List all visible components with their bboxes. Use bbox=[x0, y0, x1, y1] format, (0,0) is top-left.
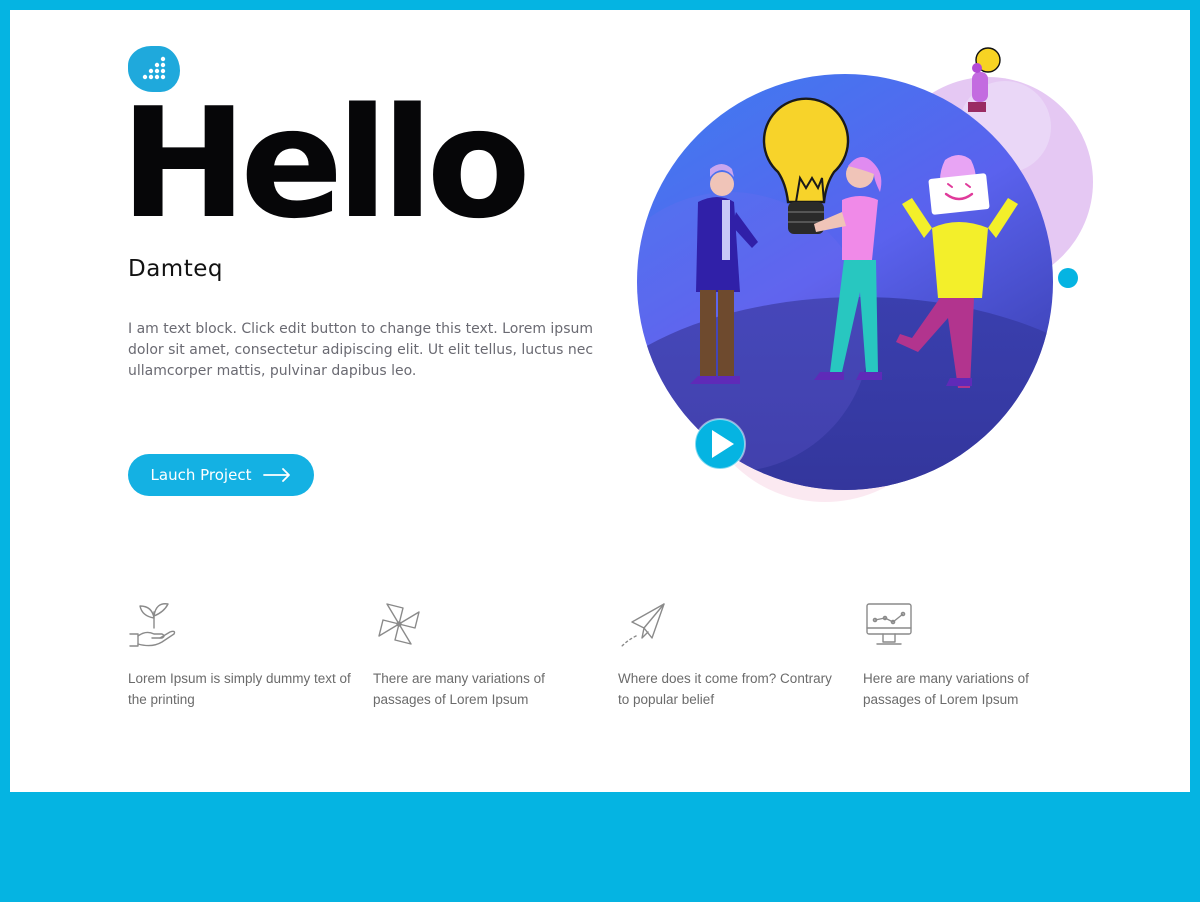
launch-project-button[interactable]: Lauch Project bbox=[128, 454, 314, 496]
feature-text: Lorem Ipsum is simply dummy text of the … bbox=[128, 671, 351, 707]
feature-item-growth: Lorem Ipsum is simply dummy text of the … bbox=[128, 598, 353, 710]
hero-title: Hello bbox=[120, 75, 531, 252]
pinwheel-icon bbox=[378, 603, 420, 645]
monitor-chart-icon bbox=[866, 603, 912, 645]
hand-sprout-icon bbox=[129, 603, 176, 647]
play-button[interactable] bbox=[694, 418, 746, 470]
feature-item-plane: Where does it come from? Contrary to pop… bbox=[618, 598, 843, 710]
paper-plane-icon bbox=[621, 603, 665, 647]
launch-project-label: Lauch Project bbox=[150, 466, 252, 484]
hero-page: Hello Damteq I am text block. Click edit… bbox=[10, 10, 1190, 792]
feature-item-monitor: Here are many variations of passages of … bbox=[863, 598, 1088, 710]
team-lightbulb-illustration bbox=[637, 47, 1093, 502]
feature-text: There are many variations of passages of… bbox=[373, 671, 545, 707]
arrow-right-icon bbox=[263, 468, 291, 482]
feature-text: Here are many variations of passages of … bbox=[863, 671, 1029, 707]
feature-text: Where does it come from? Contrary to pop… bbox=[618, 671, 832, 707]
brand-name: Damteq bbox=[128, 256, 223, 282]
hero-description: I am text block. Click edit button to ch… bbox=[128, 321, 594, 379]
feature-item-pinwheel: There are many variations of passages of… bbox=[373, 598, 598, 710]
